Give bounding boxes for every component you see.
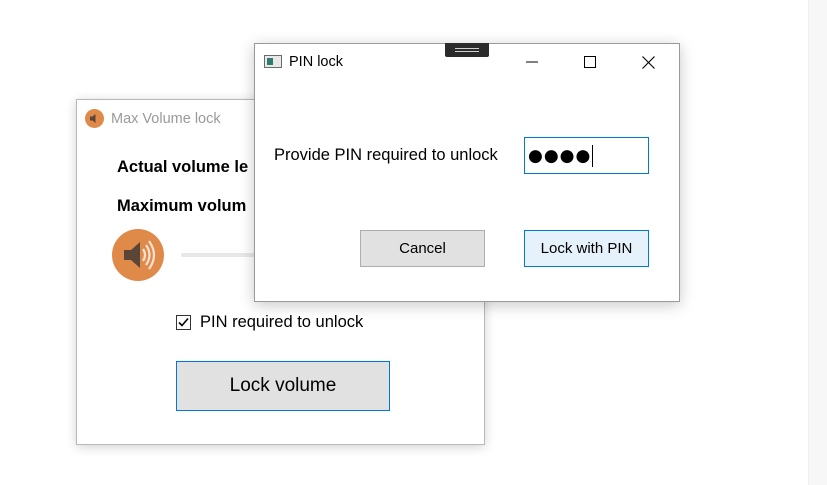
lock-volume-button[interactable]: Lock volume bbox=[176, 361, 390, 411]
pin-lock-window: PIN lock Provide PIN required to unlock … bbox=[254, 43, 680, 302]
minimize-icon[interactable] bbox=[509, 44, 555, 80]
speaker-icon bbox=[112, 229, 164, 281]
scrollbar-strip bbox=[808, 0, 827, 485]
pin-value: ●●●● bbox=[528, 145, 592, 166]
maximize-icon[interactable] bbox=[567, 44, 613, 80]
lock-with-pin-button[interactable]: Lock with PIN bbox=[524, 230, 649, 267]
actual-volume-label: Actual volume le bbox=[117, 158, 249, 176]
pin-required-checkbox[interactable] bbox=[176, 315, 191, 330]
window-title: PIN lock bbox=[289, 54, 343, 70]
pin-prompt: Provide PIN required to unlock bbox=[274, 146, 498, 164]
window-icon bbox=[264, 55, 282, 68]
speaker-icon bbox=[85, 109, 104, 128]
max-volume-slider[interactable] bbox=[181, 253, 261, 257]
pin-required-label: PIN required to unlock bbox=[200, 313, 364, 331]
maximum-volume-label: Maximum volum bbox=[117, 197, 247, 215]
drag-grip[interactable] bbox=[445, 43, 489, 57]
pin-input[interactable]: ●●●● bbox=[524, 137, 649, 174]
desktop: Max Volume lock Actual volume le Maximum… bbox=[0, 0, 827, 485]
cancel-button[interactable]: Cancel bbox=[360, 230, 485, 267]
pin-required-checkbox-row[interactable]: PIN required to unlock bbox=[176, 313, 363, 332]
window-title: Max Volume lock bbox=[111, 111, 221, 127]
close-icon[interactable] bbox=[625, 44, 671, 80]
text-caret bbox=[592, 144, 594, 167]
